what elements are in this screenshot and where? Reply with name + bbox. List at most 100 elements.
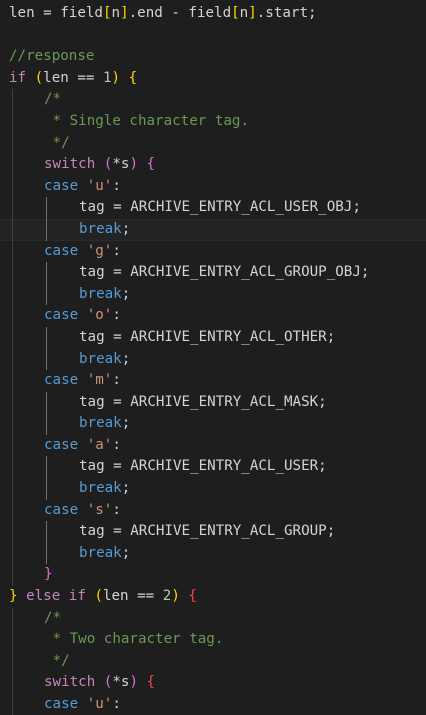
code-text: case 'u': <box>44 694 121 715</box>
code-token: 'm' <box>86 372 113 389</box>
indent-guide <box>45 218 47 241</box>
code-line[interactable]: * Single character tag. <box>0 110 426 133</box>
code-text: tag = ARCHIVE_ENTRY_ACL_OTHER; <box>79 327 335 349</box>
code-token: tag = ARCHIVE_ENTRY_ACL_OTHER; <box>79 328 336 345</box>
code-line[interactable]: tag = ARCHIVE_ENTRY_ACL_OTHER; <box>0 326 426 349</box>
code-text: case 'g': <box>44 241 121 263</box>
code-token: case <box>44 501 87 518</box>
code-token: ; <box>121 415 131 432</box>
code-line[interactable]: len = field[n].end - field[n].start; <box>0 3 426 25</box>
code-line[interactable]: case 'a': <box>0 434 426 457</box>
code-text: tag = ARCHIVE_ENTRY_ACL_USER_OBJ; <box>79 197 361 219</box>
code-token: tag = ARCHIVE_ENTRY_ACL_MASK; <box>79 393 327 410</box>
code-token: n <box>111 5 121 21</box>
code-line[interactable]: case 'u': <box>0 175 426 198</box>
code-line[interactable]: tag = ARCHIVE_ENTRY_ACL_GROUP; <box>0 521 426 543</box>
code-line[interactable]: /* <box>0 89 426 111</box>
code-line[interactable]: */ <box>0 650 426 673</box>
code-line[interactable]: break; <box>0 218 426 241</box>
code-token: ; <box>121 544 131 561</box>
indent-guide <box>11 629 13 651</box>
code-text: if (len == 1) { <box>9 68 137 90</box>
indent-guide <box>45 348 47 371</box>
indent-guide <box>11 110 13 133</box>
code-text: * Two character tag. <box>44 629 224 651</box>
code-line[interactable]: case 's': <box>0 499 426 522</box>
code-token: 1 <box>102 69 112 86</box>
code-line[interactable]: case 'g': <box>0 240 426 263</box>
code-line[interactable]: /* <box>0 607 426 630</box>
code-token: tag = ARCHIVE_ENTRY_ACL_GROUP_OBJ; <box>79 264 370 281</box>
code-line[interactable]: } <box>0 564 426 587</box>
code-line[interactable]: switch (*s) { <box>0 672 426 694</box>
code-line[interactable]: break; <box>0 542 426 565</box>
code-line[interactable]: //response <box>0 46 426 68</box>
code-text: case 'a': <box>44 435 121 457</box>
code-line[interactable]: tag = ARCHIVE_ENTRY_ACL_MASK; <box>0 391 426 414</box>
code-line[interactable]: break; <box>0 478 426 500</box>
code-line[interactable]: */ <box>0 132 426 155</box>
code-line[interactable]: break; <box>0 283 426 306</box>
indent-guide <box>11 154 13 176</box>
code-line[interactable]: break; <box>0 413 426 435</box>
code-token: len = field <box>9 5 103 21</box>
indent-guide <box>11 413 13 435</box>
code-token: len == <box>43 69 103 86</box>
code-line[interactable]: * Two character tag. <box>0 629 426 651</box>
code-token: break <box>79 350 122 367</box>
code-text: case 'u': <box>44 176 121 198</box>
code-editor[interactable]: len = field[n].end - field[n].start;//re… <box>0 0 426 715</box>
code-token: } <box>44 566 53 583</box>
indent-guide <box>45 456 47 479</box>
code-token: break <box>79 285 122 302</box>
code-token: else if <box>17 588 95 605</box>
indent-guide <box>11 326 13 349</box>
indent-guide <box>11 434 13 457</box>
code-token: ) <box>111 69 121 86</box>
code-token: /* <box>44 609 62 626</box>
indent-guide <box>11 391 13 414</box>
code-token: case <box>44 242 87 259</box>
code-token: tag = ARCHIVE_ENTRY_ACL_USER; <box>79 458 327 475</box>
code-text: */ <box>44 651 70 673</box>
code-token: : <box>112 307 121 324</box>
code-text: tag = ARCHIVE_ENTRY_ACL_GROUP_OBJ; <box>79 262 369 284</box>
code-line[interactable]: case 'u': <box>0 694 426 715</box>
code-line[interactable]: tag = ARCHIVE_ENTRY_ACL_USER_OBJ; <box>0 197 426 219</box>
code-text: * Single character tag. <box>44 111 249 133</box>
code-token: case <box>44 436 87 453</box>
code-line[interactable]: break; <box>0 348 426 371</box>
code-token: [ <box>231 5 240 21</box>
code-line[interactable] <box>0 25 426 47</box>
code-line[interactable]: tag = ARCHIVE_ENTRY_ACL_GROUP_OBJ; <box>0 262 426 284</box>
code-line[interactable]: } else if (len == 2) { <box>0 586 426 608</box>
code-text: tag = ARCHIVE_ENTRY_ACL_MASK; <box>79 392 327 414</box>
code-token: case <box>44 307 87 324</box>
code-token: { <box>188 588 197 605</box>
code-line[interactable]: case 'm': <box>0 370 426 392</box>
code-token: : <box>112 436 121 453</box>
indent-guide <box>11 89 13 111</box>
code-token: break <box>79 544 122 561</box>
code-token: : <box>112 177 121 194</box>
code-token: /* <box>44 91 62 108</box>
code-token: break <box>79 415 122 432</box>
code-text: switch (*s) { <box>44 672 155 694</box>
code-token: * Two character tag. <box>44 631 224 648</box>
indent-guide <box>45 478 47 500</box>
code-line[interactable]: tag = ARCHIVE_ENTRY_ACL_USER; <box>0 456 426 479</box>
code-line[interactable]: case 'o': <box>0 305 426 327</box>
indent-guide <box>11 456 13 479</box>
code-line[interactable]: if (len == 1) { <box>0 68 426 90</box>
code-token: } <box>9 588 18 605</box>
code-text: /* <box>44 89 61 111</box>
code-text: //response <box>9 46 94 68</box>
code-text: break; <box>79 349 130 371</box>
indent-guide <box>11 348 13 371</box>
code-line[interactable]: switch (*s) { <box>0 154 426 176</box>
code-text: } else if (len == 2) { <box>9 586 197 608</box>
indent-guide <box>11 564 13 587</box>
indent-guide <box>11 650 13 673</box>
code-token: tag = ARCHIVE_ENTRY_ACL_USER_OBJ; <box>79 199 361 216</box>
